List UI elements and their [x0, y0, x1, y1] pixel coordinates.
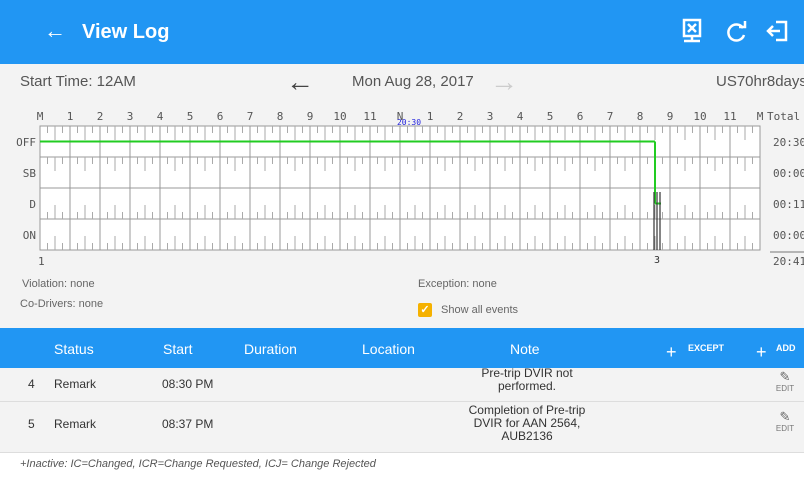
hour-label: M [757, 110, 764, 123]
hour-label: 1 [427, 110, 434, 123]
violation-text: Violation: none [22, 278, 95, 290]
app-bar: ← View Log [0, 0, 804, 64]
hour-label: 2 [97, 110, 104, 123]
col-duration: Duration [244, 341, 297, 357]
table-row[interactable]: 5 Remark 08:37 PM Completion of Pre-trip… [0, 402, 804, 452]
edit-button[interactable]: ✎ EDIT [770, 409, 800, 434]
status-row-label: OFF [16, 136, 36, 149]
hour-label: 11 [363, 110, 376, 123]
hour-label: 5 [187, 110, 194, 123]
previous-day-arrow-icon[interactable]: ← [286, 68, 314, 96]
co-drivers-text: Co-Drivers: none [20, 298, 104, 310]
col-status: Status [54, 341, 94, 357]
transfer-log-icon[interactable] [678, 16, 706, 46]
off-duration-label: 20:30 [397, 118, 421, 127]
hour-label: 6 [217, 110, 224, 123]
hour-label: 2 [457, 110, 464, 123]
log-date: Mon Aug 28, 2017 [352, 73, 474, 90]
logout-icon[interactable] [764, 16, 792, 46]
hour-label: 9 [307, 110, 314, 123]
plus-icon: + [756, 342, 767, 362]
hour-label: 3 [487, 110, 494, 123]
status-row-label: SB [23, 167, 37, 180]
status-row-label: ON [23, 229, 36, 242]
hour-label: 8 [277, 110, 284, 123]
next-day-arrow-icon[interactable]: → [490, 68, 518, 96]
row-status: Remark [54, 417, 97, 431]
hour-label: 4 [517, 110, 524, 123]
hour-label: 7 [247, 110, 254, 123]
hour-label: 7 [607, 110, 614, 123]
row-start: 08:37 PM [162, 417, 214, 431]
hour-label: 8 [637, 110, 644, 123]
show-all-events-checkbox[interactable]: ✓ [418, 303, 432, 317]
duty-status-grid: M 1 2 3 4 5 6 7 8 9 10 11 N 1 2 3 4 5 6 7 8 9 10 11 M Total OFF 20:… [0, 100, 804, 275]
edit-button[interactable]: ✎ EDIT [770, 369, 800, 394]
status-row-label: D [29, 198, 36, 211]
page-title: View Log [82, 21, 170, 43]
hour-label: 9 [667, 110, 674, 123]
bottom-left-label: 1 [38, 255, 45, 268]
row-number: 5 [28, 417, 35, 431]
event-marker-label: 3 [654, 255, 660, 266]
col-location: Location [362, 341, 415, 357]
events-table-header: Status Start Duration Location Note + EX… [0, 328, 804, 368]
date-navigation: Start Time: 12AM ← Mon Aug 28, 2017 → US… [0, 64, 804, 100]
exception-text: Exception: none [418, 278, 497, 290]
log-graph: M 1 2 3 4 5 6 7 8 9 10 11 N 1 2 3 4 5 6 7 8 9 10 11 M TotalOFF 20:… [16, 110, 804, 268]
hour-label: 5 [547, 110, 554, 123]
hour-label: M [37, 110, 44, 123]
hour-label: 10 [693, 110, 706, 123]
hour-label: 1 [67, 110, 74, 123]
grand-total: 20:41 [773, 255, 804, 268]
cycle-rule: US70hr8days [716, 73, 804, 90]
total-header: Total [767, 110, 800, 123]
log-info: Violation: none Co-Drivers: none Excepti… [0, 275, 804, 328]
row-start: 08:30 PM [162, 377, 214, 391]
refresh-icon[interactable] [722, 16, 750, 46]
row-note: Completion of Pre-trip DVIR for AAN 2564… [468, 403, 586, 443]
status-row-total: 00:00 [773, 229, 804, 242]
hour-label: 3 [127, 110, 134, 123]
status-row-total: 20:30 [773, 136, 804, 149]
hour-label: 6 [577, 110, 584, 123]
row-number: 4 [28, 377, 35, 391]
table-row[interactable]: 4 Remark 08:30 PM Pre-trip DVIR not perf… [0, 366, 804, 401]
col-start: Start [163, 341, 193, 357]
row-divider [0, 452, 804, 453]
status-row-total: 00:00 [773, 167, 804, 180]
hour-label: 11 [723, 110, 736, 123]
plus-icon: + [666, 342, 677, 362]
row-note: Pre-trip DVIR not performed. [481, 366, 573, 393]
hour-label: 10 [333, 110, 346, 123]
legend-footnote: +Inactive: IC=Changed, ICR=Change Reques… [20, 458, 376, 470]
col-note: Note [510, 341, 540, 357]
hour-label: 4 [157, 110, 164, 123]
arrow-left-icon[interactable]: ← [44, 19, 66, 43]
pencil-icon: ✎ [779, 369, 791, 384]
show-all-events-label[interactable]: Show all events [441, 304, 518, 316]
start-time-label: Start Time: 12AM [20, 73, 136, 90]
pencil-icon: ✎ [779, 409, 791, 424]
row-status: Remark [54, 377, 97, 391]
status-row-total: 00:11 [773, 198, 804, 211]
